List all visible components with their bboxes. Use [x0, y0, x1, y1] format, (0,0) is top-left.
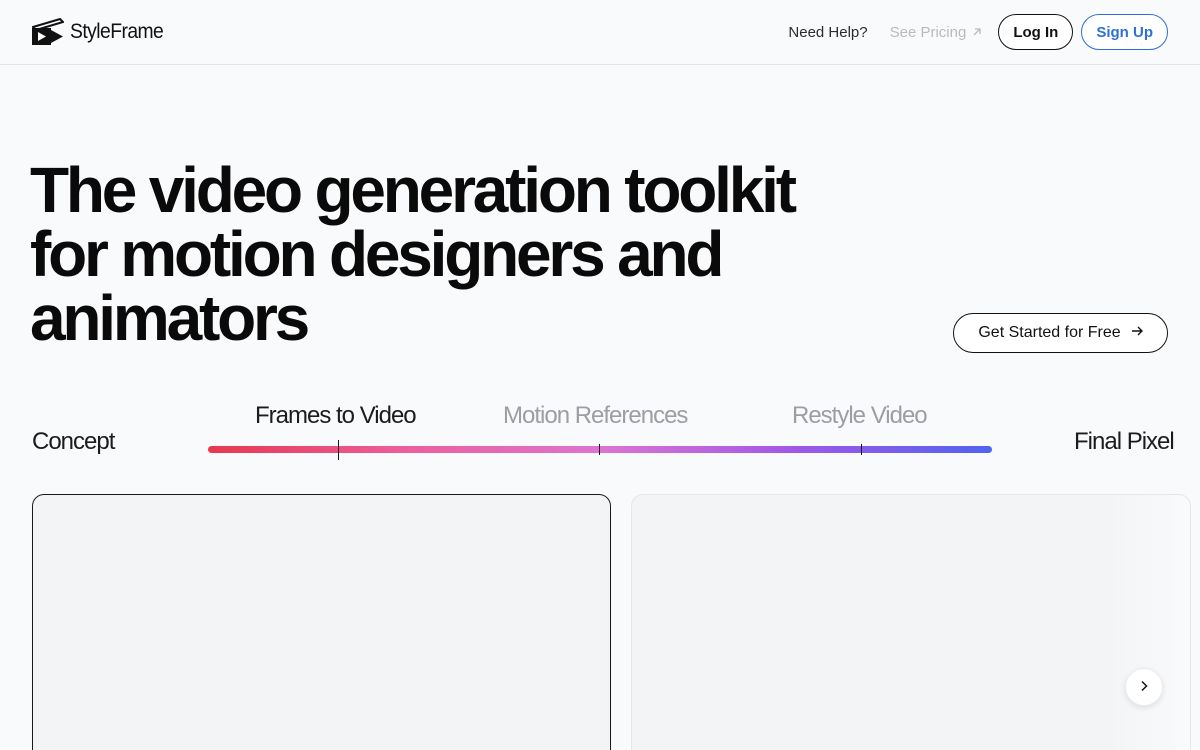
brand-logo[interactable]: StyleFrame [32, 17, 171, 47]
get-started-label: Get Started for Free [978, 324, 1121, 341]
see-pricing-link[interactable]: See Pricing [890, 24, 983, 41]
feature-card[interactable] [631, 494, 1191, 750]
timeline-step-restyle-video[interactable]: Restyle Video [792, 402, 928, 430]
sign-up-button[interactable]: Sign Up [1081, 14, 1168, 50]
timeline-end-label: Final Pixel [1074, 428, 1175, 455]
brand-name: StyleFrame [70, 20, 164, 43]
timeline-active-marker [338, 440, 339, 460]
timeline-marker [599, 444, 600, 455]
timeline-step-frames-to-video[interactable]: Frames to Video [255, 402, 417, 430]
arrow-right-icon [1131, 324, 1143, 342]
get-started-button[interactable]: Get Started for Free [953, 313, 1168, 353]
top-nav-bar: StyleFrame Need Help? See Pricing Log In… [0, 0, 1200, 65]
timeline-step-motion-references[interactable]: Motion References [503, 402, 688, 430]
hero-heading-line: for motion designers and [30, 218, 724, 290]
hero-heading: The video generation toolkit for motion … [30, 158, 830, 350]
log-in-button[interactable]: Log In [998, 14, 1074, 50]
see-pricing-label: See Pricing [889, 23, 967, 41]
chevron-right-icon [1138, 680, 1150, 695]
timeline-start-label: Concept [32, 428, 115, 455]
timeline-gradient-bar [208, 446, 992, 453]
feature-card-selected[interactable] [32, 494, 611, 750]
hero-heading-line: animators [30, 282, 310, 354]
need-help-link[interactable]: Need Help? [788, 24, 867, 41]
nav-actions: Need Help? See Pricing Log In Sign Up [788, 14, 1168, 50]
clapperboard-play-icon [32, 18, 64, 46]
arrow-up-right-icon [972, 24, 982, 41]
hero-heading-line: The video generation toolkit [30, 154, 797, 226]
carousel-next-button[interactable] [1125, 668, 1163, 706]
timeline-marker [861, 444, 862, 455]
